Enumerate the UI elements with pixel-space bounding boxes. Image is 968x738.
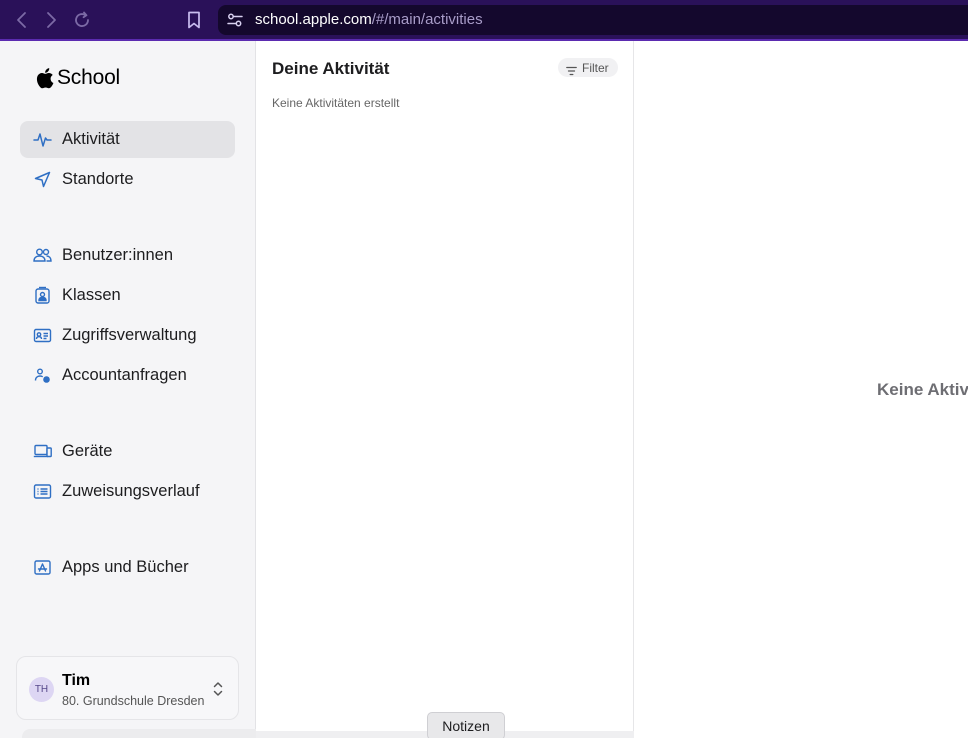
account-request-icon: [33, 366, 52, 385]
apple-logo-icon: [36, 67, 54, 89]
forward-icon[interactable]: [41, 10, 61, 30]
url-text: school.apple.com/#/main/activities: [255, 11, 483, 28]
sidebar-item-apps-und-buecher[interactable]: Apps und Bücher: [20, 549, 235, 586]
classes-icon: [33, 286, 52, 305]
address-bar[interactable]: school.apple.com/#/main/activities: [218, 5, 968, 35]
chevron-up-down-icon: [212, 681, 224, 697]
user-account-switcher[interactable]: TH Tim 80. Grundschule Dresden: [16, 656, 239, 720]
brand: School: [36, 65, 120, 91]
sidebar-item-label: Benutzer:innen: [62, 246, 173, 264]
notes-button[interactable]: Notizen: [427, 712, 505, 738]
sidebar-item-zugriffsverwaltung[interactable]: Zugriffsverwaltung: [20, 317, 235, 354]
sidebar-item-label: Klassen: [62, 286, 121, 304]
url-path: /#/main/activities: [371, 11, 483, 28]
sidebar-item-label: Standorte: [62, 170, 134, 188]
apps-icon: [33, 558, 52, 577]
location-icon: [33, 170, 52, 189]
browser-toolbar: school.apple.com/#/main/activities: [0, 0, 968, 41]
sidebar-item-standorte[interactable]: Standorte: [20, 161, 235, 198]
filter-label: Filter: [582, 60, 609, 75]
devices-icon: [33, 442, 52, 461]
id-card-icon: [33, 326, 52, 345]
user-school: 80. Grundschule Dresden: [62, 694, 205, 708]
site-settings-icon[interactable]: [226, 11, 244, 29]
page-title: Deine Aktivität: [272, 59, 390, 78]
assignment-history-icon: [33, 482, 52, 501]
filter-icon: [566, 63, 577, 75]
brand-name: School: [57, 66, 121, 89]
avatar: TH: [29, 677, 54, 702]
sidebar-item-label: Geräte: [62, 442, 113, 460]
sidebar-item-geraete[interactable]: Geräte: [20, 433, 235, 470]
url-host: school.apple.com: [255, 11, 372, 28]
empty-activity-list-text: Keine Aktivitäten erstellt: [272, 96, 400, 110]
sidebar-item-label: Zuweisungsverlauf: [62, 482, 200, 500]
sidebar-item-benutzer[interactable]: Benutzer:innen: [20, 237, 235, 274]
detail-pane: Keine Aktivitäten: [635, 41, 968, 738]
sidebar-item-accountanfragen[interactable]: Accountanfragen: [20, 357, 235, 394]
users-icon: [33, 246, 52, 265]
sidebar-footer: [22, 729, 256, 738]
sidebar-item-klassen[interactable]: Klassen: [20, 277, 235, 314]
user-name: Tim: [62, 672, 91, 689]
sidebar: School Aktivität Standorte Benutzer:inne…: [0, 41, 256, 738]
empty-detail-text: Keine Aktivitäten: [877, 380, 968, 399]
sidebar-item-label: Zugriffsverwaltung: [62, 326, 197, 344]
sidebar-item-label: Aktivität: [62, 130, 120, 148]
sidebar-item-label: Accountanfragen: [62, 366, 187, 384]
sidebar-item-aktivitaet[interactable]: Aktivität: [20, 121, 235, 158]
reload-icon[interactable]: [72, 10, 92, 30]
activity-icon: [33, 130, 52, 149]
bookmark-icon[interactable]: [184, 10, 204, 30]
sidebar-item-zuweisungsverlauf[interactable]: Zuweisungsverlauf: [20, 473, 235, 510]
filter-button[interactable]: Filter: [558, 58, 618, 77]
activity-pane: Deine Aktivität Filter Keine Aktivitäten…: [256, 41, 634, 738]
sidebar-item-label: Apps und Bücher: [62, 558, 189, 576]
back-icon[interactable]: [12, 10, 32, 30]
